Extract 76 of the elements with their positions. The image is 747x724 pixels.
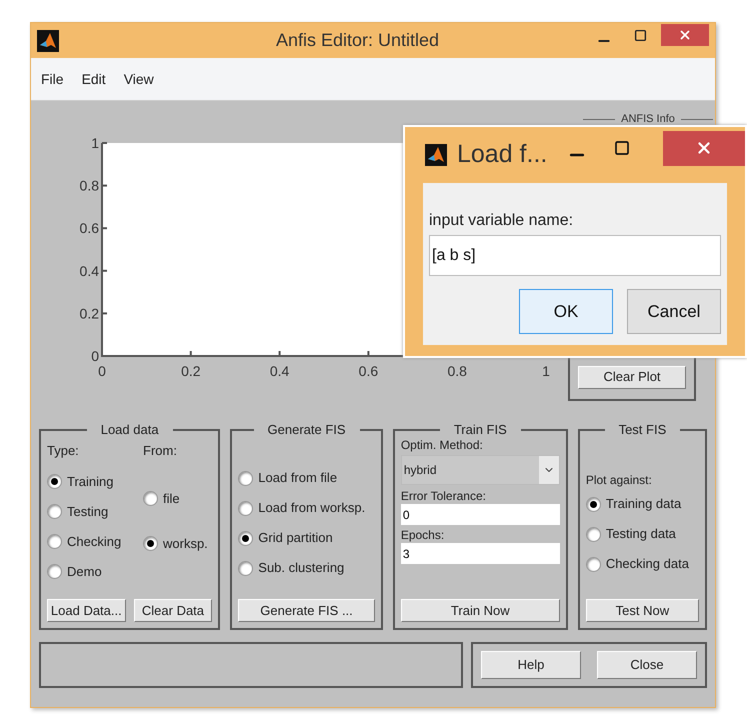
dialog-button[interactable]: Cancel xyxy=(627,289,721,334)
radio-button[interactable] xyxy=(47,504,62,519)
tick-label: 0.4 xyxy=(270,363,290,379)
radio-button[interactable] xyxy=(238,500,254,516)
radio-button[interactable] xyxy=(47,474,62,489)
radio-label: worksp. xyxy=(163,534,208,553)
maximize-icon[interactable] xyxy=(634,29,647,42)
radio-button[interactable] xyxy=(586,556,601,572)
from-label: From: xyxy=(143,442,178,460)
type-label: Type: xyxy=(47,442,80,460)
radio-button[interactable] xyxy=(586,496,601,512)
input-label: input variable name: xyxy=(429,211,574,231)
panel-title: ANFIS Info xyxy=(621,112,675,127)
radio-label: file xyxy=(163,490,180,508)
radio-button[interactable] xyxy=(143,491,158,506)
radio-button[interactable] xyxy=(143,536,158,551)
panel-title: Load data xyxy=(100,423,160,437)
panel-title: Generate FIS xyxy=(266,423,347,437)
radio-label: Checking data xyxy=(606,555,689,574)
dialog-button[interactable]: OK xyxy=(519,289,613,334)
push-button[interactable]: Generate FIS ... xyxy=(238,599,375,622)
panel-title: Train FIS xyxy=(452,423,508,437)
dialog-title: Load f... xyxy=(457,139,548,170)
method-dropdown[interactable]: hybrid xyxy=(400,455,560,485)
radio-label: Sub. clustering xyxy=(258,559,344,578)
push-button[interactable]: Close xyxy=(597,651,697,679)
tick-label: 0.8 xyxy=(80,178,99,194)
radio-button[interactable] xyxy=(586,526,601,542)
tick-label: 0 xyxy=(91,348,99,364)
maximize-icon[interactable] xyxy=(613,140,632,156)
push-button[interactable]: Load Data... xyxy=(47,599,126,622)
radio-button[interactable] xyxy=(238,470,254,486)
radio-button[interactable] xyxy=(47,564,62,579)
app-logo-icon xyxy=(425,144,447,166)
radio-label: Demo xyxy=(67,562,102,581)
radio-label: Grid partition xyxy=(258,529,333,548)
tick-label: 0.6 xyxy=(80,220,99,236)
push-button[interactable]: Help xyxy=(481,651,581,679)
tick-label: 0.6 xyxy=(358,363,378,379)
radio-button[interactable] xyxy=(47,534,62,549)
push-button[interactable]: Train Now xyxy=(400,599,560,622)
tolerance-field[interactable]: 0 xyxy=(400,504,560,525)
radio-label: Load from file xyxy=(258,469,338,488)
method-label: Optim. Method: xyxy=(400,437,484,453)
plot-against-label: Plot against: xyxy=(586,472,653,489)
tick-label: 0.8 xyxy=(447,363,467,379)
menu-item[interactable]: View xyxy=(124,68,154,90)
push-button[interactable]: Clear Plot xyxy=(578,366,686,388)
window-title: Anfis Editor: Untitled xyxy=(274,29,440,52)
close-icon xyxy=(678,28,692,42)
close-button[interactable] xyxy=(661,24,709,46)
tick-label: 0 xyxy=(98,363,106,379)
tick-label: 0.4 xyxy=(80,262,99,279)
close-button[interactable] xyxy=(663,130,745,166)
radio-label: Checking xyxy=(67,532,122,551)
epochs-field[interactable]: 3 xyxy=(400,543,560,564)
push-button[interactable]: Test Now xyxy=(586,599,699,622)
radio-label: Training data xyxy=(606,495,682,514)
menu-item[interactable]: File xyxy=(41,68,64,90)
tolerance-label: Error Tolerance: xyxy=(400,488,487,504)
app-logo-icon xyxy=(37,30,59,52)
radio-button[interactable] xyxy=(238,530,254,546)
menu-item[interactable]: Edit xyxy=(82,68,106,90)
tick-label: 0.2 xyxy=(181,363,201,379)
push-button[interactable]: Clear Data xyxy=(134,599,212,622)
tick-label: 0.2 xyxy=(80,305,99,322)
tick-label: 1 xyxy=(91,135,99,151)
radio-label: Training xyxy=(67,472,114,491)
radio-label: Testing data xyxy=(606,525,676,544)
radio-label: Testing xyxy=(67,502,108,521)
radio-button[interactable] xyxy=(238,560,254,576)
radio-label: Load from worksp. xyxy=(258,499,366,518)
variable-name-field[interactable]: [a b s] xyxy=(429,235,721,276)
panel-title: Test FIS xyxy=(618,423,668,437)
epochs-label: Epochs: xyxy=(400,527,446,543)
tick-label: 1 xyxy=(542,363,550,379)
